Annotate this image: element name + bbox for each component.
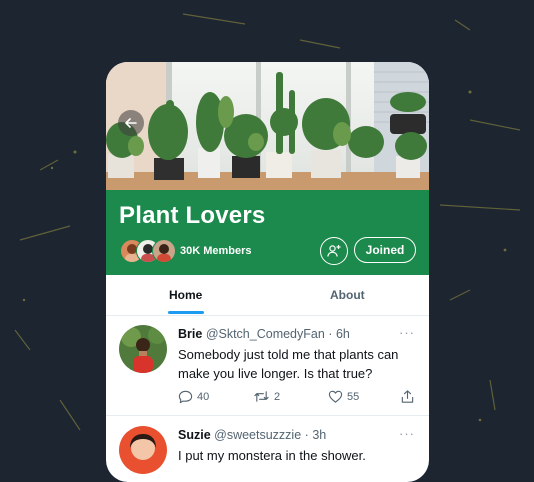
more-horizontal-icon[interactable]: ··· xyxy=(399,325,415,340)
tweet-author-name[interactable]: Brie xyxy=(178,327,202,341)
joined-button[interactable]: Joined xyxy=(354,237,416,263)
members-count[interactable]: 30K Members xyxy=(180,245,252,257)
like-button[interactable]: 55 xyxy=(328,389,359,404)
tweet-actions: 40 2 55 xyxy=(178,389,418,407)
active-tab-indicator xyxy=(168,311,204,314)
tab-home[interactable]: Home xyxy=(169,288,202,302)
tweet[interactable]: Brie @Sktch_ComedyFan · 6h ··· Somebody … xyxy=(106,315,429,416)
tweet-header: Suzie @sweetsuzzzie · 3h xyxy=(178,428,326,442)
share-icon xyxy=(401,390,414,403)
reply-button[interactable]: 40 xyxy=(178,389,209,404)
retweet-count: 2 xyxy=(274,390,281,403)
community-tabs: Home About xyxy=(106,275,429,316)
retweet-icon xyxy=(254,391,269,402)
share-button[interactable] xyxy=(400,389,415,404)
tab-about[interactable]: About xyxy=(330,288,365,302)
tweet-header: Brie @Sktch_ComedyFan · 6h xyxy=(178,327,350,341)
avatar[interactable] xyxy=(119,325,167,373)
avatar[interactable] xyxy=(119,426,167,474)
community-screen: Plant Lovers 30K Members Joined Home Abo… xyxy=(106,62,429,482)
member-avatars[interactable] xyxy=(120,239,176,263)
separator-dot: · xyxy=(328,327,333,341)
tweet-author-name[interactable]: Suzie xyxy=(178,428,211,442)
community-name: Plant Lovers xyxy=(119,202,266,229)
avatar xyxy=(152,239,176,263)
comment-icon xyxy=(178,390,193,404)
retweet-button[interactable]: 2 xyxy=(253,389,280,404)
back-button[interactable] xyxy=(118,110,144,136)
person-plus-icon xyxy=(327,245,341,257)
tweet-author-handle[interactable]: @Sktch_ComedyFan xyxy=(206,327,325,341)
tweet-time[interactable]: 3h xyxy=(312,428,326,442)
tweet-author-handle[interactable]: @sweetsuzzzie xyxy=(214,428,301,442)
tweet-text: Somebody just told me that plants can ma… xyxy=(178,347,399,381)
more-horizontal-icon[interactable]: ··· xyxy=(399,426,415,441)
separator-dot: · xyxy=(304,428,309,442)
tweet-text: I put my monstera in the shower. xyxy=(178,448,366,463)
header-photo xyxy=(106,62,429,190)
like-count: 55 xyxy=(347,390,360,403)
tweet-time[interactable]: 6h xyxy=(336,327,350,341)
community-banner: Plant Lovers 30K Members Joined xyxy=(106,190,429,275)
tweet[interactable]: Suzie @sweetsuzzzie · 3h ··· I put my mo… xyxy=(106,416,429,482)
arrow-left-icon xyxy=(125,118,137,128)
reply-count: 40 xyxy=(197,390,210,403)
add-member-button[interactable] xyxy=(320,237,348,265)
heart-icon xyxy=(328,390,343,403)
